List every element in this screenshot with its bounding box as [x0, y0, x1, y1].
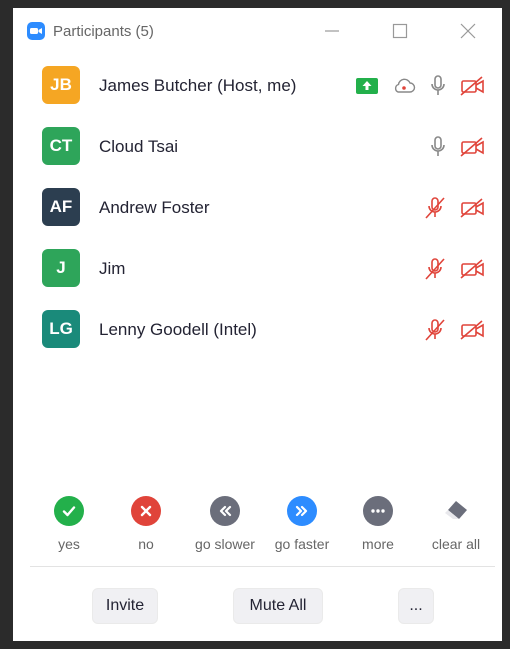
more-icon	[363, 496, 393, 526]
mute-all-button[interactable]: Mute All	[233, 588, 323, 624]
participant-row[interactable]: AF Andrew Foster	[13, 179, 502, 240]
bottom-toolbar: Invite Mute All ...	[13, 588, 502, 626]
fast-forward-icon	[287, 496, 317, 526]
feedback-label: no	[138, 536, 154, 552]
feedback-more-button[interactable]: more	[338, 496, 418, 552]
close-button[interactable]	[434, 8, 502, 54]
title-bar: Participants (5)	[13, 8, 502, 54]
share-screen-icon	[356, 78, 378, 94]
zoom-app-icon	[27, 22, 45, 40]
participant-list: JB James Butcher (Host, me) CT Cloud Tsa…	[13, 57, 502, 362]
feedback-label: more	[362, 536, 394, 552]
microphone-muted-icon	[425, 319, 445, 341]
check-icon	[54, 496, 84, 526]
participant-name: James Butcher (Host, me)	[99, 76, 297, 95]
participant-name: Andrew Foster	[99, 198, 210, 217]
cloud-icon	[394, 78, 416, 93]
video-off-icon	[460, 76, 484, 96]
avatar: LG	[42, 310, 80, 348]
feedback-yes-button[interactable]: yes	[29, 496, 109, 552]
maximize-button[interactable]	[366, 8, 434, 54]
microphone-icon	[431, 75, 445, 95]
invite-button[interactable]: Invite	[92, 588, 158, 624]
feedback-label: clear all	[431, 536, 481, 552]
feedback-label: go slower	[195, 536, 255, 552]
participant-row[interactable]: LG Lenny Goodell (Intel)	[13, 301, 502, 362]
minimize-icon	[325, 30, 339, 32]
microphone-icon	[431, 136, 445, 156]
avatar: CT	[42, 127, 80, 165]
avatar: AF	[42, 188, 80, 226]
microphone-muted-icon	[425, 197, 445, 219]
feedback-label: go faster	[274, 536, 330, 552]
close-icon	[460, 23, 476, 39]
rewind-icon	[210, 496, 240, 526]
feedback-label: yes	[58, 536, 80, 552]
avatar: J	[42, 249, 80, 287]
microphone-muted-icon	[425, 258, 445, 280]
feedback-go-faster-button[interactable]: go faster	[262, 496, 342, 552]
nonverbal-feedback-bar: yes no go slower go faster more clear al…	[13, 496, 502, 562]
participant-name: Lenny Goodell (Intel)	[99, 320, 257, 339]
divider	[30, 566, 495, 567]
feedback-go-slower-button[interactable]: go slower	[185, 496, 265, 552]
minimize-button[interactable]	[298, 8, 366, 54]
video-off-icon	[460, 198, 484, 218]
feedback-no-button[interactable]: no	[106, 496, 186, 552]
video-off-icon	[460, 137, 484, 157]
participant-row[interactable]: CT Cloud Tsai	[13, 118, 502, 179]
avatar: JB	[42, 66, 80, 104]
video-off-icon	[460, 259, 484, 279]
participant-name: Cloud Tsai	[99, 137, 179, 156]
more-options-button[interactable]: ...	[398, 588, 434, 624]
window-title: Participants (5)	[53, 22, 154, 40]
video-off-icon	[460, 320, 484, 340]
maximize-icon	[392, 23, 408, 39]
participant-row[interactable]: JB James Butcher (Host, me)	[13, 57, 502, 118]
eraser-icon	[441, 496, 471, 526]
participant-row[interactable]: J Jim	[13, 240, 502, 301]
x-icon	[131, 496, 161, 526]
participant-name: Jim	[99, 259, 126, 278]
feedback-clear-all-button[interactable]: clear all	[416, 496, 496, 552]
